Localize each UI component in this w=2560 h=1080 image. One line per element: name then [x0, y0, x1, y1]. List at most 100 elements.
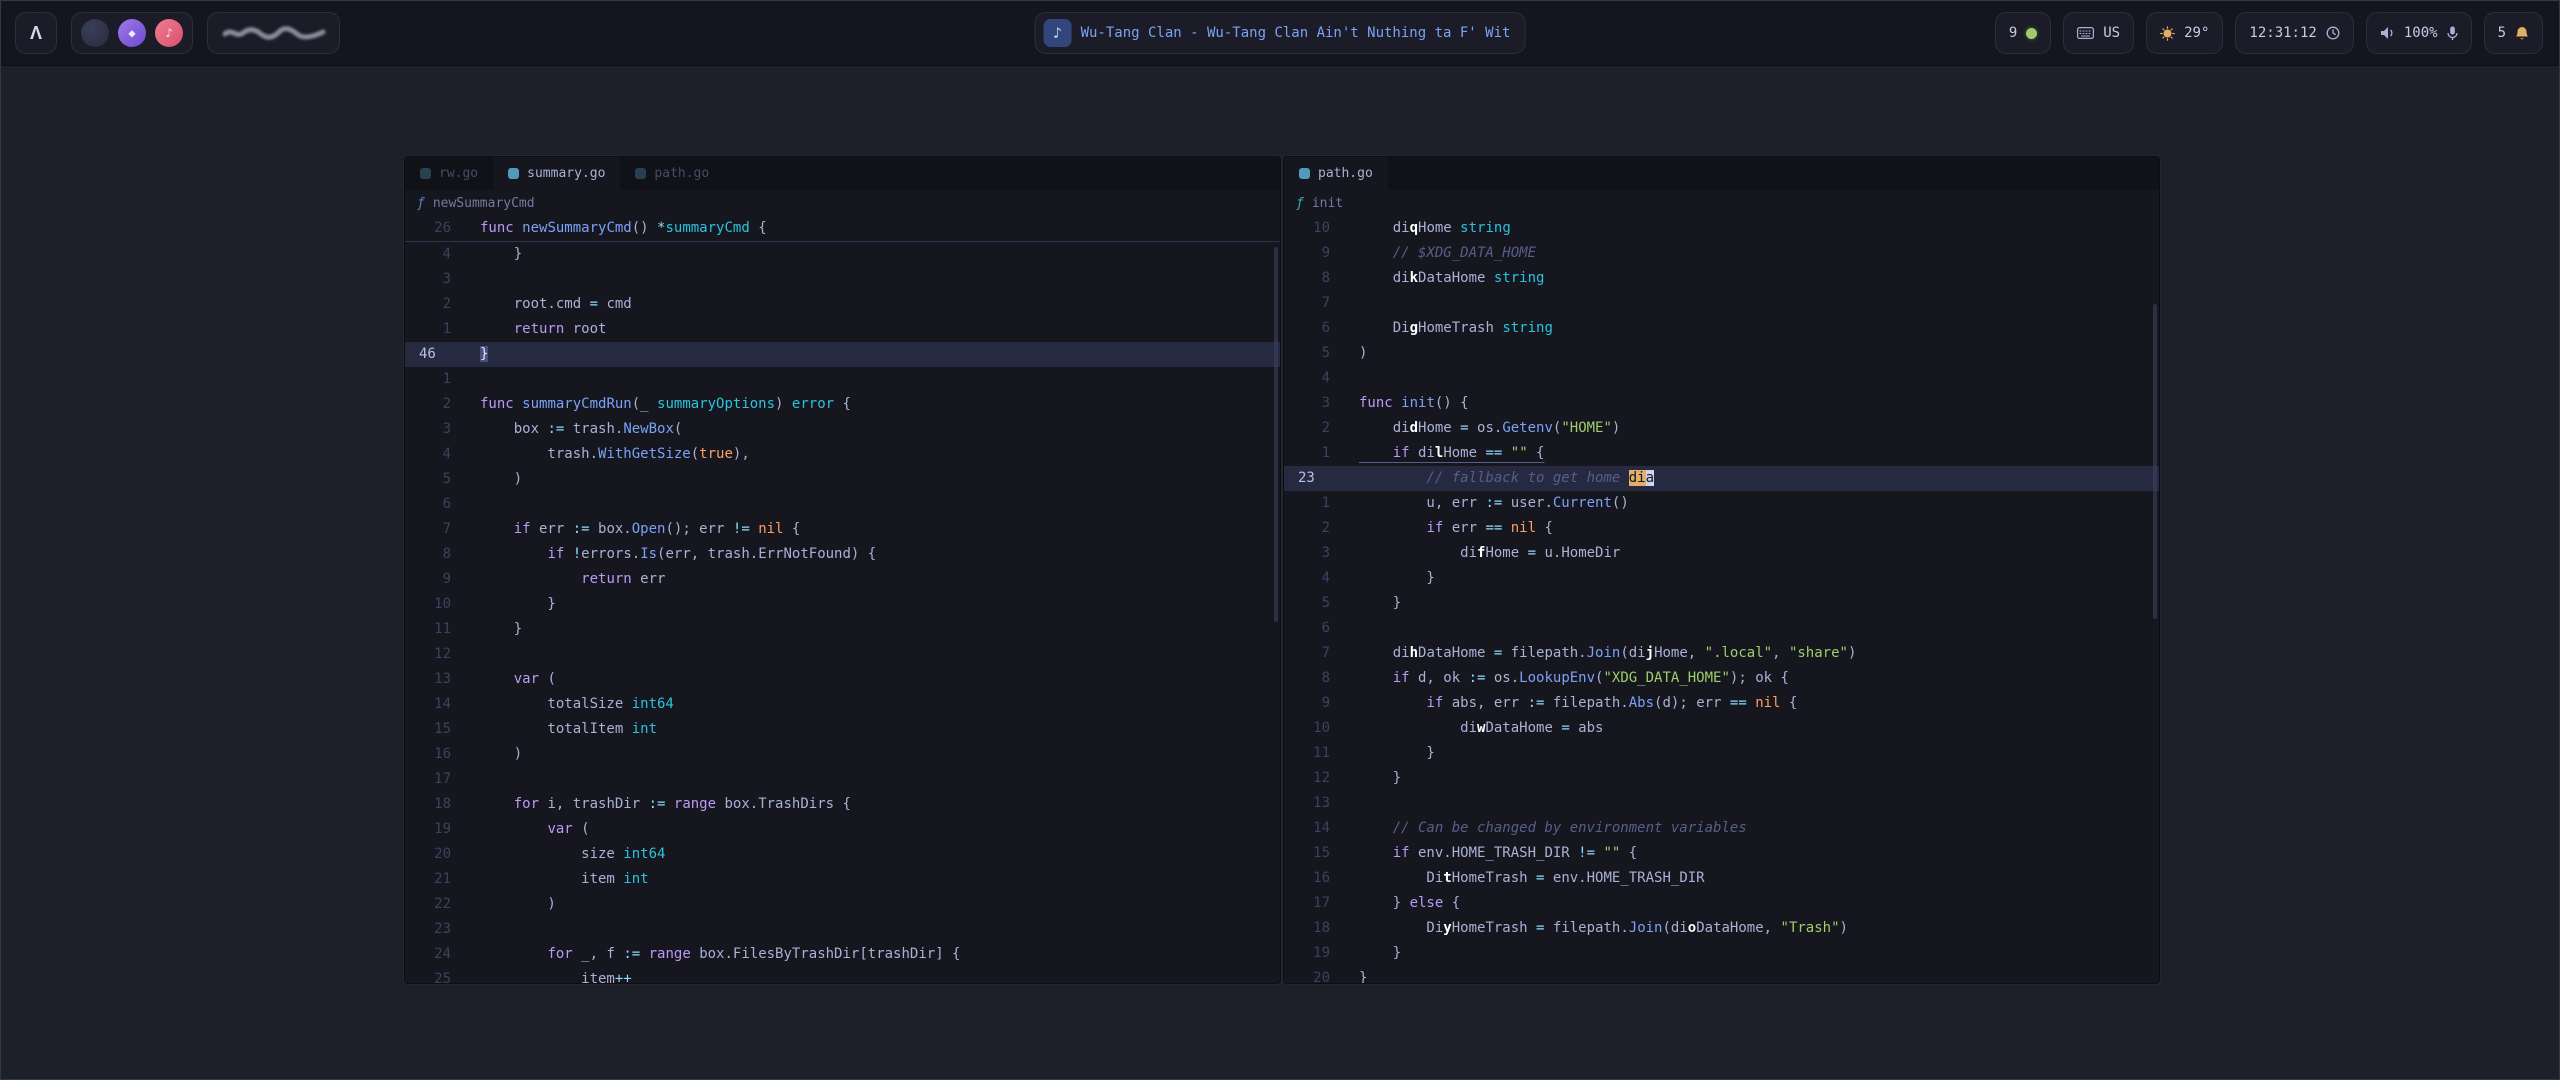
- code-line[interactable]: 20 size int64: [405, 842, 1280, 867]
- code-line[interactable]: 13: [1284, 791, 2159, 816]
- code-line[interactable]: 19 }: [1284, 941, 2159, 966]
- code-line[interactable]: 2 root.cmd = cmd: [405, 292, 1280, 317]
- code-line[interactable]: 12 }: [1284, 766, 2159, 791]
- code-token: if: [1426, 695, 1443, 711]
- code-line[interactable]: 17 } else {: [1284, 891, 2159, 916]
- code-line[interactable]: 6: [405, 492, 1280, 517]
- code-line[interactable]: 2func summaryCmdRun(_ summaryOptions) er…: [405, 392, 1280, 417]
- code-line[interactable]: 2 didHome = os.Getenv("HOME"): [1284, 416, 2159, 441]
- buffer-tab-summary.go[interactable]: summary.go: [493, 157, 620, 190]
- code-area-right: 10 diqHome string9 // $XDG_DATA_HOME8 di…: [1284, 216, 2159, 984]
- weather-widget[interactable]: 29°: [2146, 12, 2223, 54]
- code-line[interactable]: 4 }: [405, 242, 1280, 267]
- code-line[interactable]: 8 if !errors.Is(err, trash.ErrNotFound) …: [405, 542, 1280, 567]
- code-token: (di: [1620, 645, 1645, 661]
- code-line[interactable]: 9 if abs, err := filepath.Abs(d); err ==…: [1284, 691, 2159, 716]
- code-line[interactable]: 14 // Can be changed by environment vari…: [1284, 816, 2159, 841]
- code-line[interactable]: 10 }: [405, 592, 1280, 617]
- clock-widget[interactable]: 12:31:12: [2235, 12, 2353, 54]
- app-icon-purple[interactable]: ◆: [118, 19, 146, 47]
- audio-widget[interactable]: 100%: [2366, 12, 2472, 54]
- code-line[interactable]: 3 difHome = u.HomeDir: [1284, 541, 2159, 566]
- notifications-widget[interactable]: 5: [2484, 12, 2543, 54]
- neovim-window-left[interactable]: rw.gosummary.gopath.go ƒ newSummaryCmd 2…: [404, 156, 1281, 984]
- code-line[interactable]: 12: [405, 642, 1280, 667]
- code-line[interactable]: 8 dikDataHome string: [1284, 266, 2159, 291]
- code-line[interactable]: 16 ): [405, 742, 1280, 767]
- code-line[interactable]: 5): [1284, 341, 2159, 366]
- code-line[interactable]: 23 // fallback to get home dia: [1284, 466, 2159, 491]
- code-line[interactable]: 46}: [405, 342, 1280, 367]
- code-line[interactable]: 8 if d, ok := os.LookupEnv("XDG_DATA_HOM…: [1284, 666, 2159, 691]
- code-token: =: [590, 296, 598, 312]
- line-number: 7: [405, 517, 467, 542]
- code-line[interactable]: 24 for _, f := range box.FilesByTrashDir…: [405, 942, 1280, 967]
- code-line[interactable]: 7: [1284, 291, 2159, 316]
- code-line[interactable]: 5 }: [1284, 591, 2159, 616]
- code-line[interactable]: 18 for i, trashDir := range box.TrashDir…: [405, 792, 1280, 817]
- launcher-button[interactable]: Λ: [15, 12, 57, 54]
- keyboard-layout-widget[interactable]: US: [2063, 12, 2134, 54]
- code-token: (di: [1662, 920, 1687, 936]
- code-line[interactable]: 23: [405, 917, 1280, 942]
- code-line[interactable]: 16 DitHomeTrash = env.HOME_TRASH_DIR: [1284, 866, 2159, 891]
- code-line[interactable]: 15 totalItem int: [405, 717, 1280, 742]
- app-icon-pink[interactable]: ♪: [155, 19, 183, 47]
- code-line[interactable]: 3func init() {: [1284, 391, 2159, 416]
- code-line[interactable]: 6: [1284, 616, 2159, 641]
- code-line[interactable]: 4 }: [1284, 566, 2159, 591]
- code-line[interactable]: 9 return err: [405, 567, 1280, 592]
- code-line[interactable]: 11 }: [405, 617, 1280, 642]
- code-line[interactable]: 3: [405, 267, 1280, 292]
- neovim-window-right[interactable]: path.go ƒ init 10 diqHome string9 // $XD…: [1283, 156, 2160, 984]
- code-line[interactable]: 21 item int: [405, 867, 1280, 892]
- media-player-widget[interactable]: ♪ Wu-Tang Clan - Wu-Tang Clan Ain't Nuth…: [1035, 12, 1526, 54]
- scrollbar-left[interactable]: [1274, 247, 1278, 622]
- code-token: range: [674, 796, 716, 812]
- code-line[interactable]: 1 u, err := user.Current(): [1284, 491, 2159, 516]
- code-line[interactable]: 4: [1284, 366, 2159, 391]
- code-line[interactable]: 7 if err := box.Open(); err != nil {: [405, 517, 1280, 542]
- code-token: "HOME": [1561, 420, 1612, 436]
- code-line[interactable]: 6 DigHomeTrash string: [1284, 316, 2159, 341]
- code-line[interactable]: 3 box := trash.NewBox(: [405, 417, 1280, 442]
- line-number: 8: [1284, 266, 1346, 291]
- code-line[interactable]: 26func newSummaryCmd() *summaryCmd {: [405, 216, 1280, 241]
- line-number: 21: [405, 867, 467, 892]
- code-line[interactable]: 10 diqHome string: [1284, 216, 2159, 241]
- code-token: item: [480, 971, 615, 984]
- code-token: Di: [1359, 920, 1443, 936]
- code-line[interactable]: 25 item++: [405, 967, 1280, 984]
- code-line[interactable]: 1: [405, 367, 1280, 392]
- code-line[interactable]: 14 totalSize int64: [405, 692, 1280, 717]
- code-line[interactable]: 10 diwDataHome = abs: [1284, 716, 2159, 741]
- code-line[interactable]: 2 if err == nil {: [1284, 516, 2159, 541]
- code-token: di: [1359, 220, 1410, 236]
- code-line[interactable]: 18 DiyHomeTrash = filepath.Join(dioDataH…: [1284, 916, 2159, 941]
- code-line[interactable]: 5 ): [405, 467, 1280, 492]
- line-number: 26: [405, 216, 467, 241]
- buffer-tab-path.go[interactable]: path.go: [1284, 157, 1388, 190]
- code-token: {: [750, 220, 767, 236]
- code-line[interactable]: 9 // $XDG_DATA_HOME: [1284, 241, 2159, 266]
- redacted-window-title[interactable]: [207, 12, 340, 54]
- code-token: Join: [1629, 920, 1663, 936]
- media-title: Wu-Tang Clan - Wu-Tang Clan Ain't Nuthin…: [1081, 25, 1511, 41]
- code-line[interactable]: 7 dihDataHome = filepath.Join(dijHome, "…: [1284, 641, 2159, 666]
- code-line[interactable]: 22 ): [405, 892, 1280, 917]
- code-line[interactable]: 1 return root: [405, 317, 1280, 342]
- code-line[interactable]: 15 if env.HOME_TRASH_DIR != "" {: [1284, 841, 2159, 866]
- buffer-tab-rw.go[interactable]: rw.go: [405, 157, 493, 190]
- updates-widget[interactable]: 9: [1995, 12, 2051, 54]
- code-line[interactable]: 20}: [1284, 966, 2159, 984]
- app-icon-dark[interactable]: [81, 19, 109, 47]
- code-line[interactable]: 17: [405, 767, 1280, 792]
- code-line[interactable]: 4 trash.WithGetSize(true),: [405, 442, 1280, 467]
- code-line[interactable]: 1 if dilHome == "" {: [1284, 441, 2159, 466]
- code-line[interactable]: 13 var (: [405, 667, 1280, 692]
- code-line[interactable]: 19 var (: [405, 817, 1280, 842]
- code-token: (: [674, 421, 682, 437]
- code-line[interactable]: 11 }: [1284, 741, 2159, 766]
- scrollbar-right[interactable]: [2153, 304, 2157, 619]
- buffer-tab-path.go[interactable]: path.go: [620, 157, 724, 190]
